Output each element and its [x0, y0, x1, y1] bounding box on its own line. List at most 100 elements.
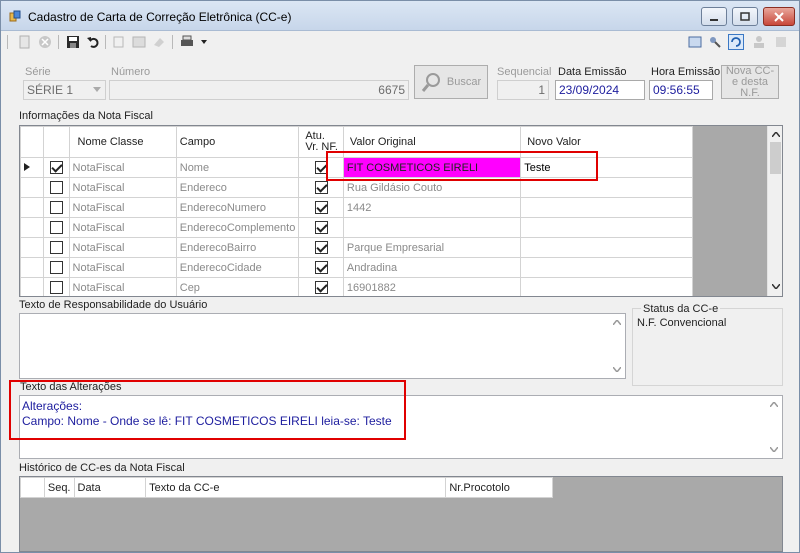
close-button[interactable] — [763, 7, 795, 26]
key-icon[interactable] — [707, 34, 723, 50]
table-row[interactable]: NotaFiscal EnderecoNumero 1442 — [20, 197, 693, 218]
row-checkbox[interactable] — [49, 181, 63, 194]
atu-checkbox[interactable] — [314, 181, 328, 194]
row-check-cell[interactable] — [43, 277, 70, 296]
cell-atu[interactable] — [298, 217, 344, 238]
atu-checkbox[interactable] — [314, 201, 328, 214]
cell-classe[interactable]: NotaFiscal — [68, 237, 177, 258]
sequencial-field[interactable]: 1 — [497, 80, 549, 100]
row-checkbox[interactable] — [49, 281, 63, 294]
cell-campo[interactable]: Endereco — [175, 177, 300, 198]
row-check-cell[interactable] — [43, 177, 70, 198]
cell-atu[interactable] — [298, 257, 344, 278]
chevron-down-icon[interactable] — [196, 34, 212, 50]
data-emissao-field[interactable]: 23/09/2024 — [555, 80, 645, 100]
chevron-down-icon[interactable] — [613, 367, 621, 372]
user-icon[interactable] — [751, 34, 767, 50]
row-checkbox[interactable] — [49, 241, 63, 254]
hora-emissao-field[interactable]: 09:56:55 — [649, 80, 713, 100]
scroll-thumb[interactable] — [770, 142, 781, 174]
cell-classe[interactable]: NotaFiscal — [68, 157, 177, 178]
column-header-protocolo[interactable]: Nr.Procotolo — [445, 477, 553, 498]
cell-valor-original[interactable] — [342, 217, 522, 238]
cell-atu[interactable] — [298, 237, 344, 258]
cell-campo[interactable]: EnderecoBairro — [175, 237, 300, 258]
column-header-data[interactable]: Data — [73, 477, 147, 498]
column-header-campo[interactable]: Campo — [175, 126, 300, 158]
row-check-cell[interactable] — [43, 237, 70, 258]
cell-novo-valor[interactable] — [520, 277, 693, 296]
new-icon[interactable] — [17, 34, 33, 50]
table-row[interactable]: NotaFiscal EnderecoCidade Andradina — [20, 257, 693, 278]
row-header[interactable] — [20, 257, 45, 278]
row-check-cell[interactable] — [43, 157, 70, 178]
cell-valor-original[interactable]: Parque Empresarial — [342, 237, 522, 258]
column-header-texto[interactable]: Texto da CC-e — [145, 477, 447, 498]
chevron-down-icon[interactable] — [772, 284, 780, 289]
cell-campo[interactable]: EnderecoNumero — [175, 197, 300, 218]
cell-campo[interactable]: EnderecoCidade — [175, 257, 300, 278]
column-header-seq[interactable]: Seq. — [43, 477, 75, 498]
chevron-up-icon[interactable] — [613, 320, 621, 325]
grid-icon[interactable] — [131, 34, 147, 50]
refresh-icon[interactable] — [728, 34, 744, 50]
column-header-check[interactable] — [43, 126, 70, 158]
cancel-icon[interactable] — [37, 34, 53, 50]
responsabilidade-textarea[interactable] — [19, 313, 626, 379]
atu-checkbox[interactable] — [314, 241, 328, 254]
minimize-button[interactable] — [701, 7, 727, 26]
cell-atu[interactable] — [298, 277, 344, 296]
help-icon[interactable] — [773, 34, 789, 50]
row-check-cell[interactable] — [43, 257, 70, 278]
list-icon[interactable] — [687, 34, 703, 50]
row-header[interactable] — [20, 237, 45, 258]
cell-classe[interactable]: NotaFiscal — [68, 197, 177, 218]
serie-select[interactable]: SÉRIE 1 — [23, 80, 106, 100]
cell-classe[interactable]: NotaFiscal — [68, 217, 177, 238]
cell-valor-original[interactable]: 16901882 — [342, 277, 522, 296]
cell-campo[interactable]: Nome — [175, 157, 300, 178]
row-checkbox[interactable] — [49, 161, 63, 174]
info-nf-scrollbar[interactable] — [767, 126, 782, 296]
atu-checkbox[interactable] — [314, 281, 328, 294]
cell-novo-valor[interactable] — [520, 217, 693, 238]
cell-campo[interactable]: Cep — [175, 277, 300, 296]
row-header[interactable] — [20, 277, 45, 296]
save-icon[interactable] — [65, 34, 81, 50]
row-check-cell[interactable] — [43, 197, 70, 218]
table-row[interactable]: NotaFiscal Cep 16901882 — [20, 277, 693, 296]
cell-classe[interactable]: NotaFiscal — [68, 257, 177, 278]
row-header[interactable] — [20, 217, 45, 238]
cell-valor-original[interactable]: Andradina — [342, 257, 522, 278]
cell-novo-valor[interactable] — [520, 257, 693, 278]
numero-field[interactable]: 6675 — [109, 80, 409, 100]
cell-classe[interactable]: NotaFiscal — [68, 177, 177, 198]
atu-checkbox[interactable] — [314, 261, 328, 274]
nova-cce-button[interactable]: Nova CC-e desta N.F. — [721, 65, 779, 99]
chevron-down-icon[interactable] — [770, 447, 778, 452]
row-header[interactable] — [20, 177, 45, 198]
row-header[interactable] — [20, 157, 45, 178]
table-row[interactable]: NotaFiscal EnderecoBairro Parque Empresari… — [20, 237, 693, 258]
row-checkbox[interactable] — [49, 221, 63, 234]
undo-icon[interactable] — [85, 34, 101, 50]
column-header-classe[interactable]: Nome Classe — [68, 126, 177, 158]
print-icon[interactable] — [179, 34, 195, 50]
chevron-up-icon[interactable] — [772, 132, 780, 137]
atu-checkbox[interactable] — [314, 221, 328, 234]
eraser-icon[interactable] — [151, 34, 167, 50]
table-row[interactable]: NotaFiscal EnderecoComplemento — [20, 217, 693, 238]
row-check-cell[interactable] — [43, 217, 70, 238]
cell-campo[interactable]: EnderecoComplemento — [175, 217, 300, 238]
row-checkbox[interactable] — [49, 261, 63, 274]
chevron-up-icon[interactable] — [770, 402, 778, 407]
cell-novo-valor[interactable] — [520, 197, 693, 218]
buscar-button[interactable]: Buscar — [414, 65, 488, 99]
maximize-button[interactable] — [732, 7, 758, 26]
cell-classe[interactable]: NotaFiscal — [68, 277, 177, 296]
row-checkbox[interactable] — [49, 201, 63, 214]
cell-valor-original[interactable]: 1442 — [342, 197, 522, 218]
find-icon[interactable] — [111, 34, 127, 50]
cell-novo-valor[interactable] — [520, 237, 693, 258]
row-header[interactable] — [20, 197, 45, 218]
